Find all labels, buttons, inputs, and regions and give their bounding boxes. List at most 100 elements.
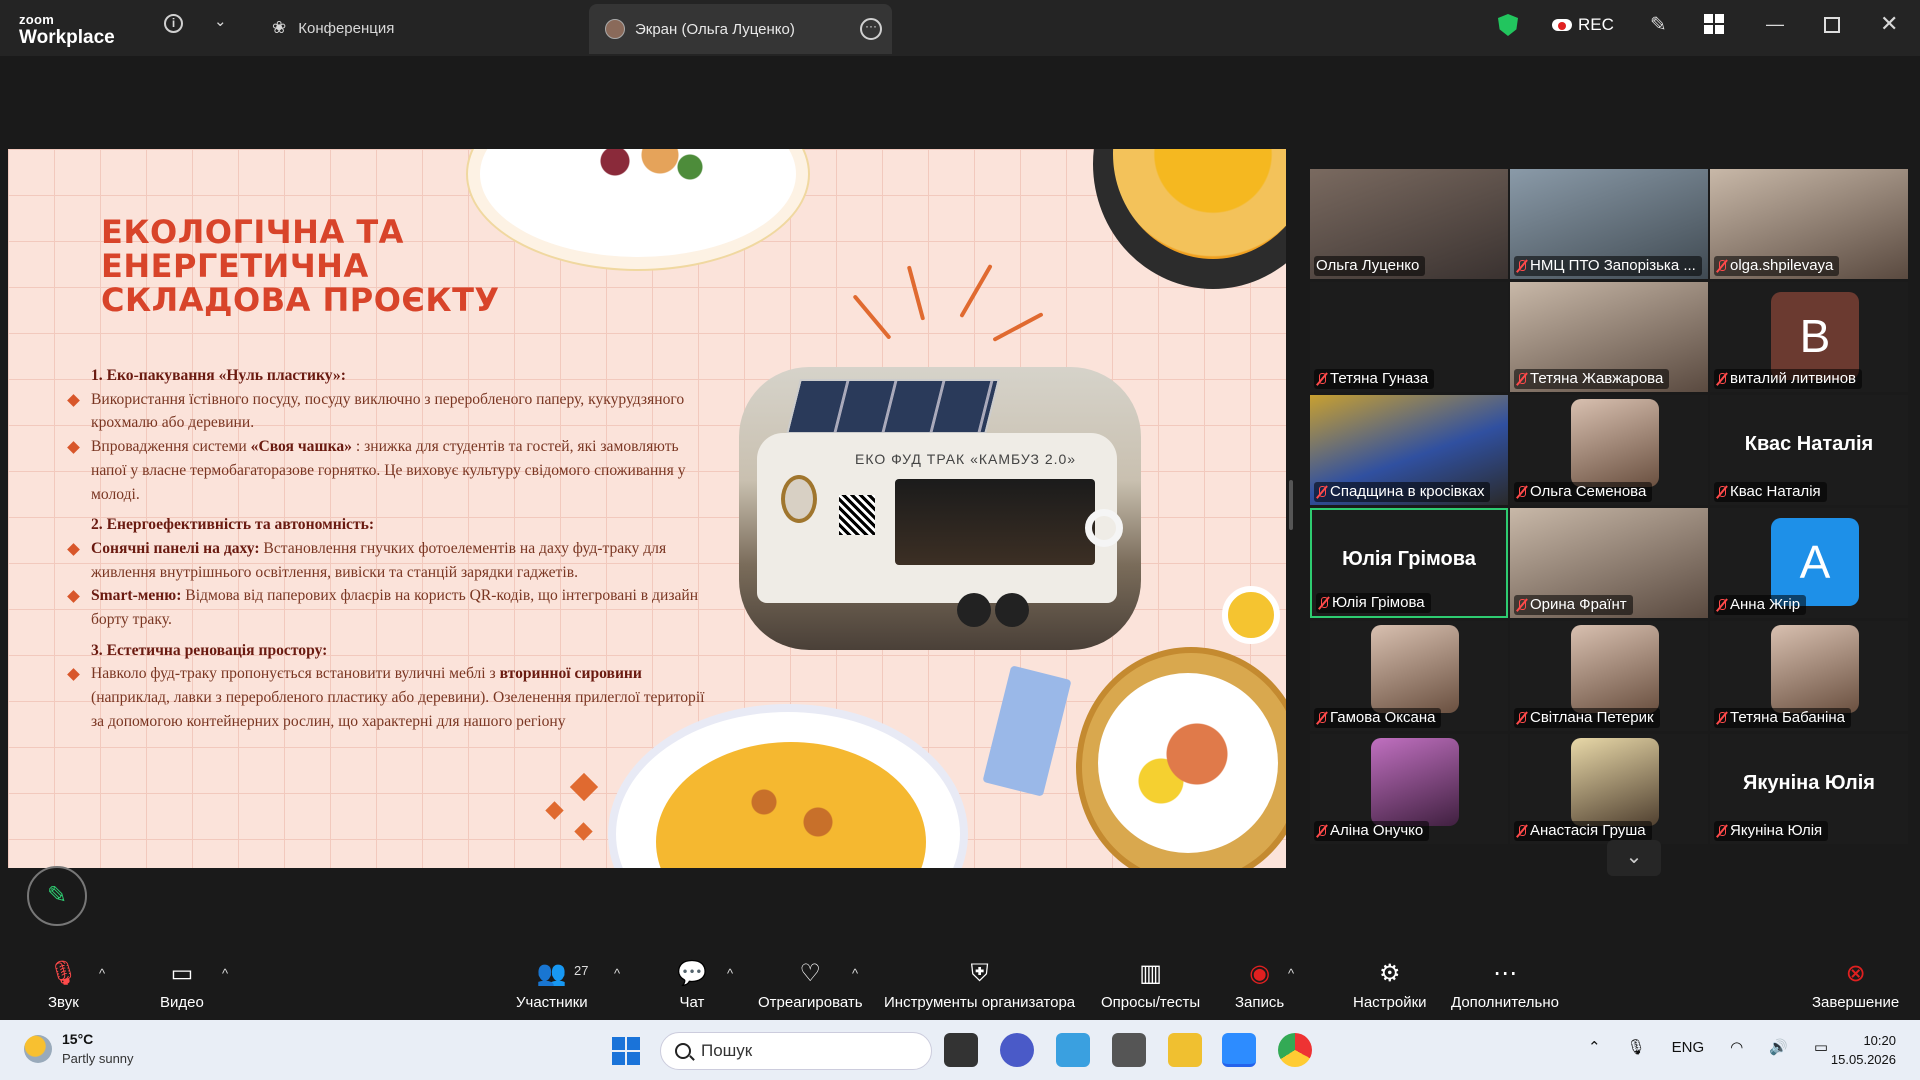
logo-big: Workplace xyxy=(19,27,115,48)
participant-tile[interactable]: Світлана Петерик xyxy=(1510,621,1708,731)
participant-tile[interactable]: Тетяна Бабаніна xyxy=(1710,621,1908,731)
tab-conference[interactable]: ❀ Конференция xyxy=(272,17,394,39)
clock-date: 15.05.2026 xyxy=(1830,1052,1896,1067)
participant-tile[interactable]: olga.shpilevaya xyxy=(1710,169,1908,279)
text-run: Навколо фуд-траку пропонується встановит… xyxy=(91,665,500,683)
mic-muted-icon xyxy=(1716,824,1726,838)
participant-tile[interactable]: Квас Наталія Квас Наталія xyxy=(1710,395,1908,505)
participant-tile[interactable]: Орина Фраїнт xyxy=(1510,508,1708,618)
annotation-pencil-button[interactable]: ✎ xyxy=(27,866,87,926)
participant-name: Анастасія Груша xyxy=(1530,822,1646,839)
clock[interactable]: 10:20 15.05.2026 xyxy=(1822,1031,1896,1069)
encryption-shield-icon[interactable] xyxy=(1498,14,1518,36)
pencil-icon: ✎ xyxy=(46,882,68,909)
info-icon[interactable]: i xyxy=(164,14,183,33)
participant-name: Аліна Онучко xyxy=(1330,822,1424,839)
windows-start-icon[interactable] xyxy=(612,1037,640,1065)
napkin-illustration xyxy=(982,665,1072,797)
gallery-next-page-button[interactable]: ⌄ xyxy=(1607,840,1661,876)
task-view-icon[interactable] xyxy=(944,1033,978,1067)
participant-tile[interactable]: Ввиталий литвинов xyxy=(1710,282,1908,392)
chevron-down-icon[interactable]: ⌄ xyxy=(214,12,227,30)
polls-label: Опросы/тесты xyxy=(1101,994,1201,1011)
zoom-app-icon[interactable] xyxy=(1222,1033,1256,1067)
participant-tile[interactable]: Тетяна Жавжарова xyxy=(1510,282,1708,392)
end-label: Завершение xyxy=(1812,994,1900,1011)
participants-icon: 👥 xyxy=(536,960,567,987)
participant-display-name: Квас Наталія xyxy=(1744,433,1874,455)
copilot-icon[interactable] xyxy=(1000,1033,1034,1067)
react-button[interactable]: ♡ Отреагировать xyxy=(758,960,863,1011)
video-label: Видео xyxy=(160,994,204,1011)
section-heading: 3. Естетична реновація простору: xyxy=(91,641,328,659)
gallery-resize-handle[interactable] xyxy=(1289,480,1293,530)
participant-tile[interactable]: Тетяна Гуназа xyxy=(1310,282,1508,392)
record-options-caret[interactable]: ^ xyxy=(1288,966,1294,981)
participant-tile[interactable]: Спадщина в кросівках xyxy=(1310,395,1508,505)
microphone-icon[interactable]: 🎙 xyxy=(1627,1038,1646,1056)
cloud-recording-indicator[interactable]: REC xyxy=(1552,15,1614,35)
title-bar: zoom Workplace i ⌄ ❀ Конференция Экран (… xyxy=(0,0,1920,56)
shared-slide: ЕКОЛОГІЧНА ТА ЕНЕРГЕТИЧНА СКЛАДОВА ПРОЄК… xyxy=(8,149,1286,868)
decor-star xyxy=(569,772,599,802)
participant-tile[interactable]: A Анна Жгір xyxy=(1710,508,1908,618)
participant-name-tag: olga.shpilevaya xyxy=(1714,256,1840,276)
participant-tile[interactable]: Аліна Онучко xyxy=(1310,734,1508,844)
participants-options-caret[interactable]: ^ xyxy=(614,966,620,981)
record-button[interactable]: ◉ Запись xyxy=(1235,960,1284,1011)
input-language[interactable]: ENG xyxy=(1672,1039,1705,1056)
file-explorer-icon[interactable] xyxy=(1168,1033,1202,1067)
decor-ray xyxy=(992,312,1044,342)
weather-widget[interactable]: 15°C Partly sunny xyxy=(24,1030,134,1068)
participant-name-tag: Юлія Грімова xyxy=(1316,593,1431,613)
participant-name: Гамова Оксана xyxy=(1330,709,1436,726)
chrome-icon[interactable] xyxy=(1278,1033,1312,1067)
close-button[interactable]: ✕ xyxy=(1880,11,1898,37)
mic-muted-icon xyxy=(1316,485,1326,499)
more-icon[interactable]: ··· xyxy=(860,18,882,40)
participant-tile[interactable]: Гамова Оксана xyxy=(1310,621,1508,731)
chat-button[interactable]: 💬 Чат xyxy=(677,960,707,1011)
annotate-pen-icon[interactable]: ✎ xyxy=(1650,12,1667,37)
wifi-icon[interactable]: ◠ xyxy=(1730,1038,1743,1056)
audio-options-caret[interactable]: ^ xyxy=(99,966,105,981)
volume-icon[interactable]: 🔊 xyxy=(1769,1038,1788,1056)
zoom-logo: zoom Workplace xyxy=(19,13,115,47)
more-button[interactable]: ⋯ Дополнительно xyxy=(1451,960,1559,1011)
calculator-icon[interactable] xyxy=(1112,1033,1146,1067)
tab-screen-share[interactable]: Экран (Ольга Луценко) ··· xyxy=(589,4,892,54)
more-icon: ⋯ xyxy=(1492,960,1517,987)
participant-name-tag: Анна Жгір xyxy=(1714,595,1807,615)
maximize-button[interactable] xyxy=(1824,17,1840,33)
avatar xyxy=(605,19,625,39)
participant-name-tag: Якуніна Юлія xyxy=(1714,821,1829,841)
participant-tile[interactable]: Анастасія Груша xyxy=(1510,734,1708,844)
participant-tile[interactable]: НМЦ ПТО Запорізька ... xyxy=(1510,169,1708,279)
end-meeting-button[interactable]: ⊗ Завершение xyxy=(1812,960,1899,1011)
bullet-paragraph: Впровадження системи «Своя чашка» : зниж… xyxy=(81,435,716,506)
settings-button[interactable]: ⚙ Настройки xyxy=(1353,960,1427,1011)
participant-tile-active-speaker[interactable]: Юлія Грімова Юлія Грімова xyxy=(1310,508,1508,618)
chat-options-caret[interactable]: ^ xyxy=(727,966,733,981)
polls-button[interactable]: ▥ Опросы/тесты xyxy=(1101,960,1200,1011)
react-options-caret[interactable]: ^ xyxy=(852,966,858,981)
participant-tile[interactable]: Ольга Луценко xyxy=(1310,169,1508,279)
bullet-paragraph: Сонячні панелі на даху: Встановлення гну… xyxy=(81,537,716,584)
view-layout-icon[interactable] xyxy=(1704,14,1724,34)
bullet-paragraph: Навколо фуд-траку пропонується встановит… xyxy=(81,662,716,733)
participant-tile[interactable]: Ольга Семенова xyxy=(1510,395,1708,505)
taskbar-search[interactable]: Пошук xyxy=(660,1032,932,1070)
video-options-caret[interactable]: ^ xyxy=(222,966,228,981)
participant-tile[interactable]: Якуніна Юлія Якуніна Юлія xyxy=(1710,734,1908,844)
participant-display-name: Якуніна Юлія xyxy=(1743,772,1875,794)
search-icon xyxy=(675,1043,691,1059)
chevron-up-icon[interactable]: ⌃ xyxy=(1588,1038,1601,1056)
minimize-button[interactable]: — xyxy=(1766,14,1784,35)
video-camera-icon: ▭ xyxy=(170,960,194,987)
photos-app-icon[interactable] xyxy=(1056,1033,1090,1067)
video-button[interactable]: ▭ Видео xyxy=(160,960,204,1011)
mic-muted-icon xyxy=(1716,711,1726,725)
audio-button[interactable]: 🎙 Звук xyxy=(48,960,79,1011)
end-icon: ⊗ xyxy=(1845,960,1866,987)
host-tools-button[interactable]: ⛨ Инструменты организатора xyxy=(884,960,1075,1011)
